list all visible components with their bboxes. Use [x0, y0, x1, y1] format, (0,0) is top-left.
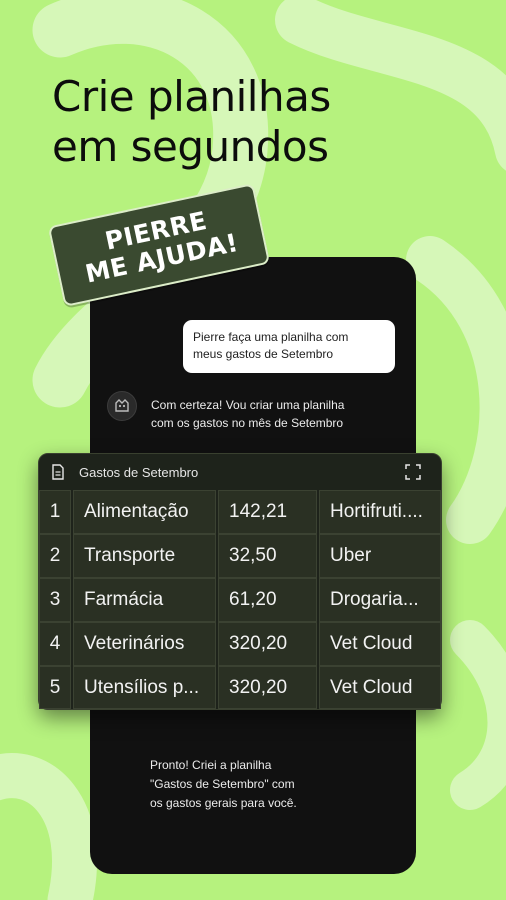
value-cell: 320,20 [218, 666, 317, 709]
category-cell: Veterinários [73, 622, 216, 666]
pierre-avatar-icon [107, 391, 137, 421]
spreadsheet-card[interactable]: Gastos de Setembro 1 Alimentação 142,21 … [38, 453, 442, 710]
spreadsheet-title: Gastos de Setembro [79, 465, 199, 480]
user-message-bubble: Pierre faça uma planilha com meus gastos… [183, 320, 395, 373]
place-cell: Drogaria... [319, 578, 441, 622]
row-index-cell: 2 [39, 534, 71, 578]
category-cell: Farmácia [73, 578, 216, 622]
place-cell: Vet Cloud [319, 666, 441, 709]
row-index-cell: 5 [39, 666, 71, 709]
place-cell: Uber [319, 534, 441, 578]
value-cell: 320,20 [218, 622, 317, 666]
category-cell: Transporte [73, 534, 216, 578]
value-cell: 61,20 [218, 578, 317, 622]
category-cell: Utensílios p... [73, 666, 216, 709]
row-index-cell: 4 [39, 622, 71, 666]
place-cell: Hortifruti.... [319, 490, 441, 534]
row-index-cell: 3 [39, 578, 71, 622]
spreadsheet-header: Gastos de Setembro [39, 454, 441, 490]
value-cell: 142,21 [218, 490, 317, 534]
document-icon [51, 464, 65, 485]
row-index-cell: 1 [39, 490, 71, 534]
final-bot-message: Pronto! Criei a planilha "Gastos de Sete… [150, 758, 297, 810]
place-cell: Vet Cloud [319, 622, 441, 666]
category-cell: Alimentação [73, 490, 216, 534]
value-cell: 32,50 [218, 534, 317, 578]
headline: Crie planilhas em segundos [52, 72, 331, 171]
expand-icon[interactable] [405, 464, 421, 485]
bot-message: Com certeza! Vou criar uma planilha com … [151, 398, 345, 430]
